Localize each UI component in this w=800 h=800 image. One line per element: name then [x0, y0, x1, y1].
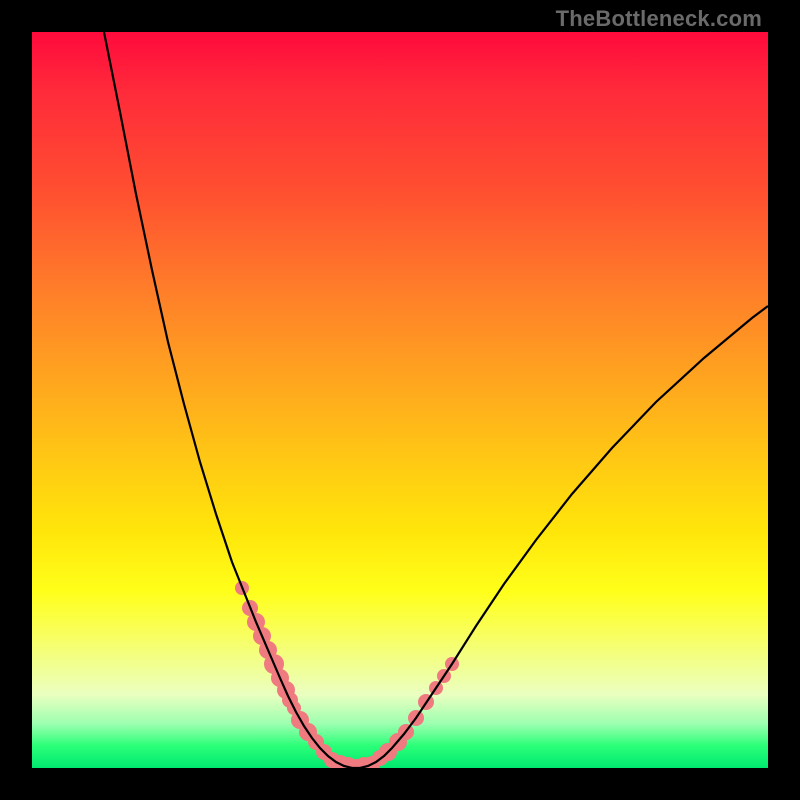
curve-layer — [32, 32, 768, 768]
chart-frame: TheBottleneck.com — [0, 0, 800, 800]
plot-area — [32, 32, 768, 768]
marker-dots — [235, 581, 459, 768]
bottleneck-curve — [104, 32, 768, 768]
watermark-text: TheBottleneck.com — [556, 6, 762, 32]
